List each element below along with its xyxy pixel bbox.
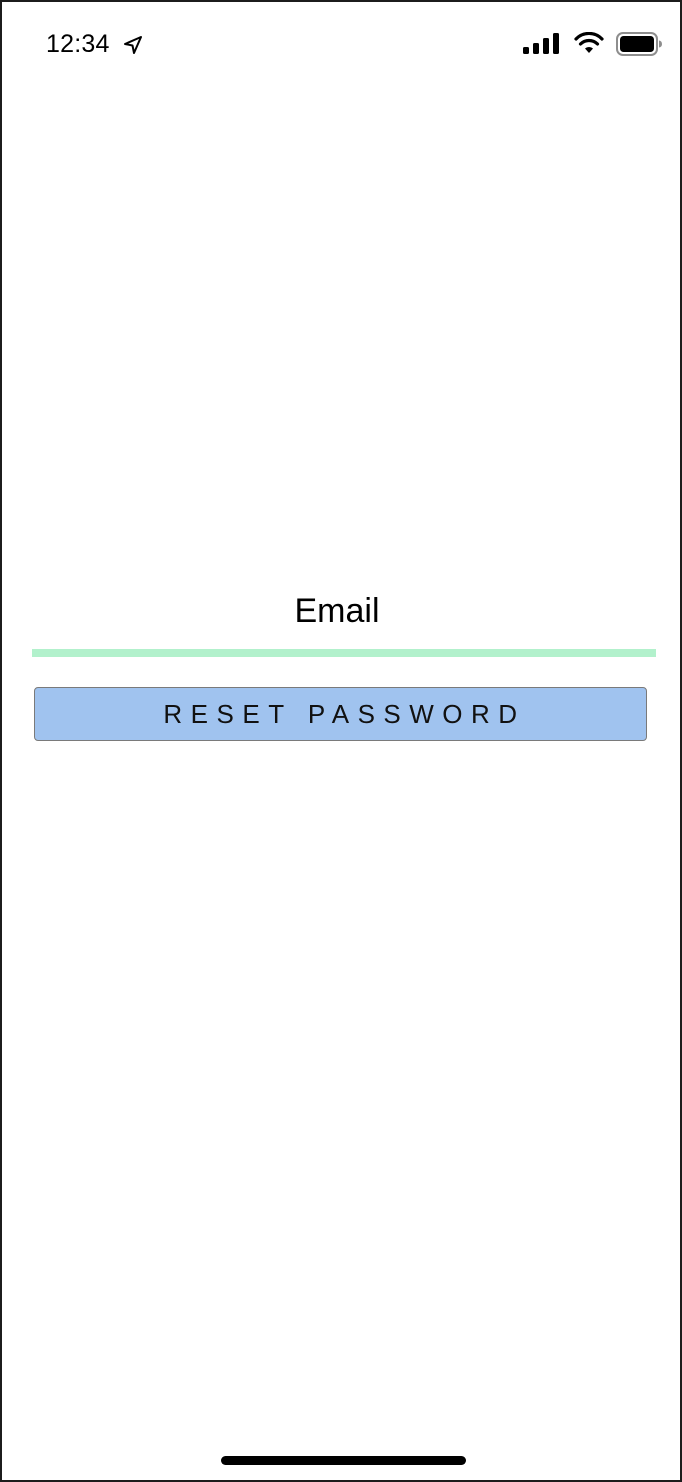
reset-password-button[interactable]: RESET PASSWORD bbox=[34, 687, 647, 741]
email-field-underline bbox=[32, 649, 656, 657]
battery-icon bbox=[616, 32, 662, 56]
cellular-signal-icon bbox=[523, 33, 559, 54]
wifi-icon bbox=[574, 32, 604, 53]
location-arrow-icon bbox=[124, 36, 142, 54]
email-field[interactable] bbox=[32, 587, 660, 649]
home-indicator[interactable] bbox=[221, 1456, 466, 1465]
status-time: 12:34 bbox=[46, 30, 110, 58]
phone-screen: 12:34 Email RESET PASSWORD bbox=[0, 0, 682, 1482]
